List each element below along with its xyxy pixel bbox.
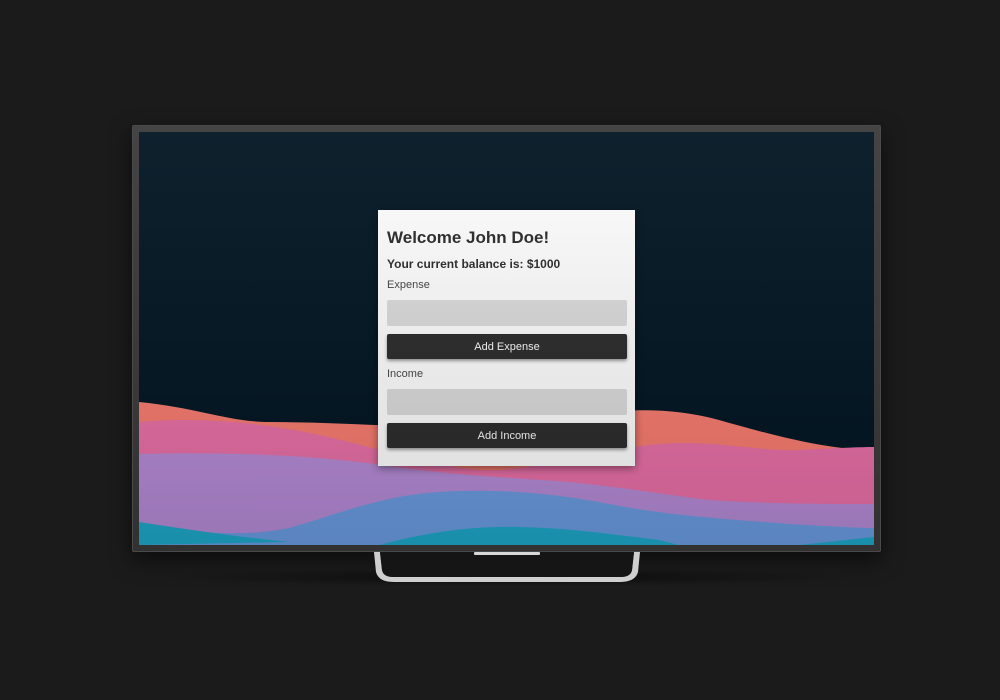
income-label: Income — [387, 368, 424, 380]
add-expense-button[interactable]: Add Expense — [387, 334, 627, 359]
expense-label: Expense — [387, 279, 430, 291]
balance-text: Your current balance is: $1000 — [387, 257, 561, 271]
welcome-heading: Welcome John Doe! — [387, 228, 550, 247]
tv-logo-strip — [474, 552, 540, 555]
tv-monitor: Welcome John Doe! Your current balance i… — [132, 125, 881, 552]
income-input[interactable] — [387, 389, 627, 415]
tv-screen: Welcome John Doe! Your current balance i… — [139, 132, 874, 545]
expense-input[interactable] — [387, 300, 627, 326]
balance-card: Welcome John Doe! Your current balance i… — [378, 210, 635, 466]
add-income-button[interactable]: Add Income — [387, 423, 627, 448]
tv-stand — [374, 552, 640, 582]
